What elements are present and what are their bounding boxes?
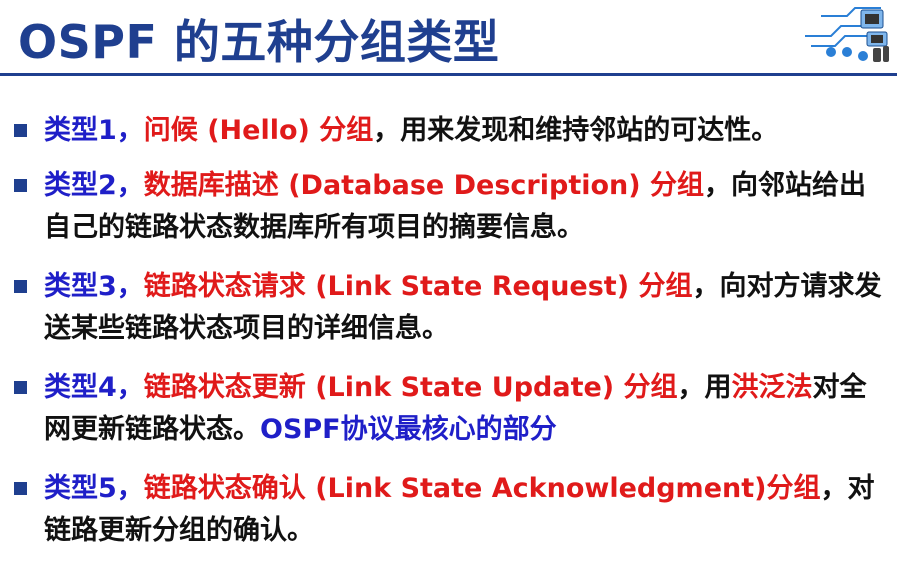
list-item: 类型5，链路状态确认 (Link State Acknowledgment)分组… xyxy=(12,468,890,552)
packet-name: 数据库描述 (Database Description) 分组 xyxy=(143,170,704,201)
packet-name: 链路状态更新 (Link State Update) 分组 xyxy=(143,372,678,403)
packet-name: 链路状态请求 (Link State Request) 分组 xyxy=(143,271,693,302)
title-divider xyxy=(0,73,897,76)
packet-description: ，用来发现和维持邻站的可达性。 xyxy=(373,115,779,146)
packet-name: 问候 (Hello) 分组 xyxy=(143,115,374,146)
flooding-highlight: 洪泛法 xyxy=(731,372,813,403)
type-label: 类型3， xyxy=(44,271,144,302)
bullet-icon xyxy=(14,482,27,495)
type-label: 类型5， xyxy=(44,473,144,504)
list-item: 类型4，链路状态更新 (Link State Update) 分组，用洪泛法对全… xyxy=(12,367,890,451)
packet-name: 链路状态确认 (Link State Acknowledgment)分组 xyxy=(143,473,821,504)
type-label: 类型1， xyxy=(44,115,144,146)
core-note: OSPF协议最核心的部分 xyxy=(260,414,557,445)
page-title: OSPF 的五种分组类型 xyxy=(18,15,500,69)
type-label: 类型4， xyxy=(44,372,144,403)
network-computers-icon xyxy=(805,7,889,62)
list-item: 类型3，链路状态请求 (Link State Request) 分组，向对方请求… xyxy=(12,266,890,350)
packet-type-list: 类型1，问候 (Hello) 分组，用来发现和维持邻站的可达性。 类型2，数据库… xyxy=(12,110,890,569)
bullet-icon xyxy=(14,381,27,394)
type-label: 类型2， xyxy=(44,170,144,201)
bullet-icon xyxy=(14,179,27,192)
list-item: 类型1，问候 (Hello) 分组，用来发现和维持邻站的可达性。 xyxy=(12,110,890,152)
packet-description: ，用 xyxy=(677,372,732,403)
list-item: 类型2，数据库描述 (Database Description) 分组，向邻站给… xyxy=(12,165,890,249)
bullet-icon xyxy=(14,280,27,293)
bullet-icon xyxy=(14,124,27,137)
